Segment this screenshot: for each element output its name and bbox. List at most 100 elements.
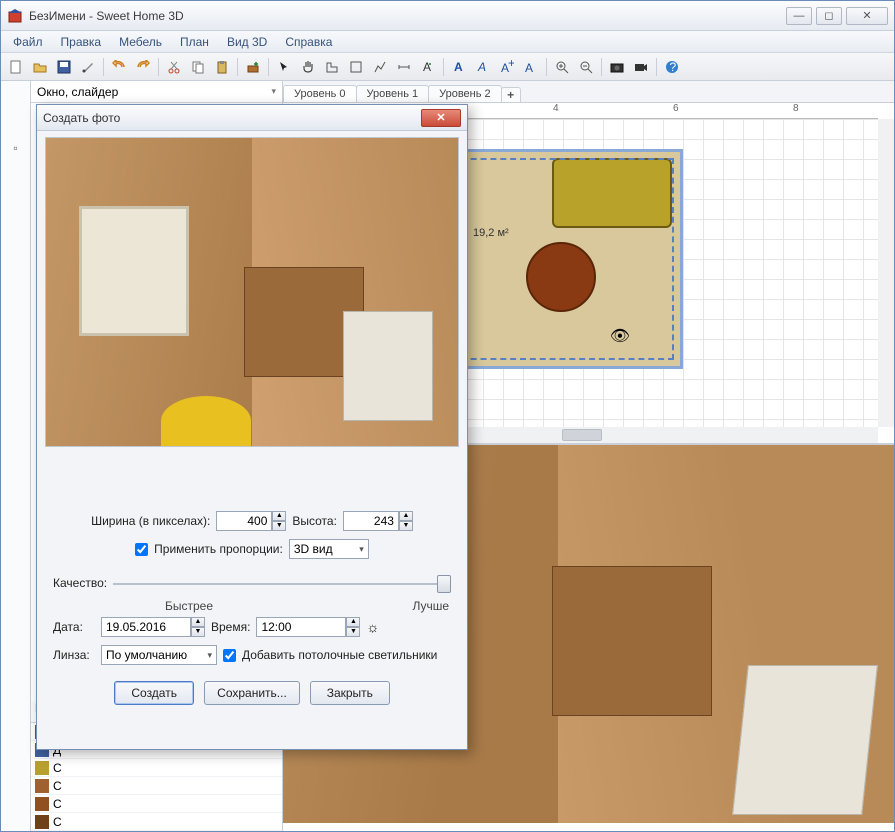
quality-slider[interactable] (113, 573, 451, 593)
list-item[interactable]: С (31, 777, 282, 795)
create-walls-icon[interactable] (321, 56, 343, 78)
scrollbar-vertical[interactable] (878, 119, 894, 427)
open-icon[interactable] (29, 56, 51, 78)
create-dimension-icon[interactable] (393, 56, 415, 78)
menu-furniture[interactable]: Мебель (111, 33, 170, 51)
apply-proportions-checkbox[interactable] (135, 543, 148, 556)
time-input[interactable] (256, 617, 346, 637)
titlebar[interactable]: БезИмени - Sweet Home 3D — ◻ ✕ (1, 1, 894, 31)
copy-icon[interactable] (187, 56, 209, 78)
table-furniture[interactable] (526, 242, 596, 312)
sun-icon[interactable]: ☼ (366, 619, 379, 635)
redo-icon[interactable] (132, 56, 154, 78)
menu-3dview[interactable]: Вид 3D (219, 33, 275, 51)
undo-icon[interactable] (108, 56, 130, 78)
create-room-icon[interactable] (345, 56, 367, 78)
select-icon[interactable] (273, 56, 295, 78)
text-bold-icon[interactable]: A (448, 56, 470, 78)
ceiling-lights-checkbox[interactable] (223, 649, 236, 662)
svg-text:A: A (454, 60, 463, 74)
tab-level-2[interactable]: Уровень 2 (428, 85, 502, 102)
height-input[interactable] (343, 511, 399, 531)
slider-thumb[interactable] (437, 575, 451, 593)
date-label: Дата: (53, 620, 95, 634)
spin-up-icon[interactable]: ▲ (346, 617, 360, 627)
text-italic-icon[interactable]: A (472, 56, 494, 78)
menu-help[interactable]: Справка (277, 33, 340, 51)
tree-toggle-icon[interactable]: ▫ (1, 81, 30, 215)
date-spinner[interactable]: ▲▼ (101, 617, 205, 637)
new-icon[interactable] (5, 56, 27, 78)
time-label: Время: (211, 620, 250, 634)
width-label: Ширина (в пикселах): (91, 514, 210, 528)
create-photo-dialog: Создать фото ✕ Ширина (в пикселах): ▲▼ В… (36, 104, 468, 750)
tab-level-1[interactable]: Уровень 1 (356, 85, 430, 102)
spin-up-icon[interactable]: ▲ (399, 511, 413, 521)
cut-icon[interactable] (163, 56, 185, 78)
view-mode-combo[interactable]: 3D вид (289, 539, 369, 559)
svg-text:A: A (423, 60, 431, 74)
room-area-label: 19,2 м² (473, 227, 509, 239)
svg-text:+: + (508, 60, 514, 70)
create-text-icon[interactable]: A (417, 56, 439, 78)
spin-up-icon[interactable]: ▲ (272, 511, 286, 521)
spin-down-icon[interactable]: ▼ (191, 627, 205, 637)
list-item[interactable]: С (31, 813, 282, 831)
create-photo-icon[interactable] (606, 56, 628, 78)
maximize-button[interactable]: ◻ (816, 7, 842, 25)
zoom-out-icon[interactable] (575, 56, 597, 78)
text-decrease-icon[interactable]: A (520, 56, 542, 78)
spin-up-icon[interactable]: ▲ (191, 617, 205, 627)
dialog-titlebar[interactable]: Создать фото ✕ (37, 105, 467, 131)
camera-icon[interactable]: 👁 (610, 326, 630, 346)
close-button[interactable]: ✕ (846, 7, 888, 25)
spin-down-icon[interactable]: ▼ (399, 521, 413, 531)
preview-chair (343, 311, 433, 421)
desk-3d (552, 566, 712, 716)
ceiling-lights-label: Добавить потолочные светильники (242, 648, 437, 662)
create-polyline-icon[interactable] (369, 56, 391, 78)
spin-down-icon[interactable]: ▼ (346, 627, 360, 637)
quality-fast-label: Быстрее (165, 599, 213, 613)
height-label: Высота: (292, 514, 337, 528)
main-toolbar: A A A A+ A ? (1, 53, 894, 81)
svg-text:A: A (477, 60, 486, 74)
menu-file[interactable]: Файл (5, 33, 51, 51)
close-dialog-button[interactable]: Закрыть (310, 681, 390, 705)
quality-best-label: Лучше (412, 599, 449, 613)
save-button[interactable]: Сохранить... (204, 681, 300, 705)
add-level-button[interactable]: + (501, 87, 521, 102)
svg-text:A: A (525, 61, 533, 74)
dropdown-icon[interactable]: ▾ (271, 86, 276, 97)
width-input[interactable] (216, 511, 272, 531)
zoom-in-icon[interactable] (551, 56, 573, 78)
tab-level-0[interactable]: Уровень 0 (283, 85, 357, 102)
sofa-furniture[interactable] (552, 158, 672, 228)
apply-proportions-label: Применить пропорции: (154, 542, 283, 556)
spin-down-icon[interactable]: ▼ (272, 521, 286, 531)
dialog-close-button[interactable]: ✕ (421, 109, 461, 127)
text-increase-icon[interactable]: A+ (496, 56, 518, 78)
preview-window (79, 206, 189, 336)
help-icon[interactable]: ? (661, 56, 683, 78)
date-input[interactable] (101, 617, 191, 637)
create-video-icon[interactable] (630, 56, 652, 78)
menu-plan[interactable]: План (172, 33, 217, 51)
menu-edit[interactable]: Правка (53, 33, 110, 51)
preferences-icon[interactable] (77, 56, 99, 78)
pan-icon[interactable] (297, 56, 319, 78)
catalog-tree[interactable]: ▫ (1, 81, 31, 831)
add-furniture-icon[interactable] (242, 56, 264, 78)
time-spinner[interactable]: ▲▼ (256, 617, 360, 637)
svg-text:?: ? (670, 60, 677, 74)
save-icon[interactable] (53, 56, 75, 78)
lens-combo[interactable]: По умолчанию (101, 645, 217, 665)
list-item[interactable]: С (31, 795, 282, 813)
create-button[interactable]: Создать (114, 681, 194, 705)
paste-icon[interactable] (211, 56, 233, 78)
height-spinner[interactable]: ▲▼ (343, 511, 413, 531)
app-icon (7, 8, 23, 24)
minimize-button[interactable]: — (786, 7, 812, 25)
list-item[interactable]: С (31, 759, 282, 777)
width-spinner[interactable]: ▲▼ (216, 511, 286, 531)
